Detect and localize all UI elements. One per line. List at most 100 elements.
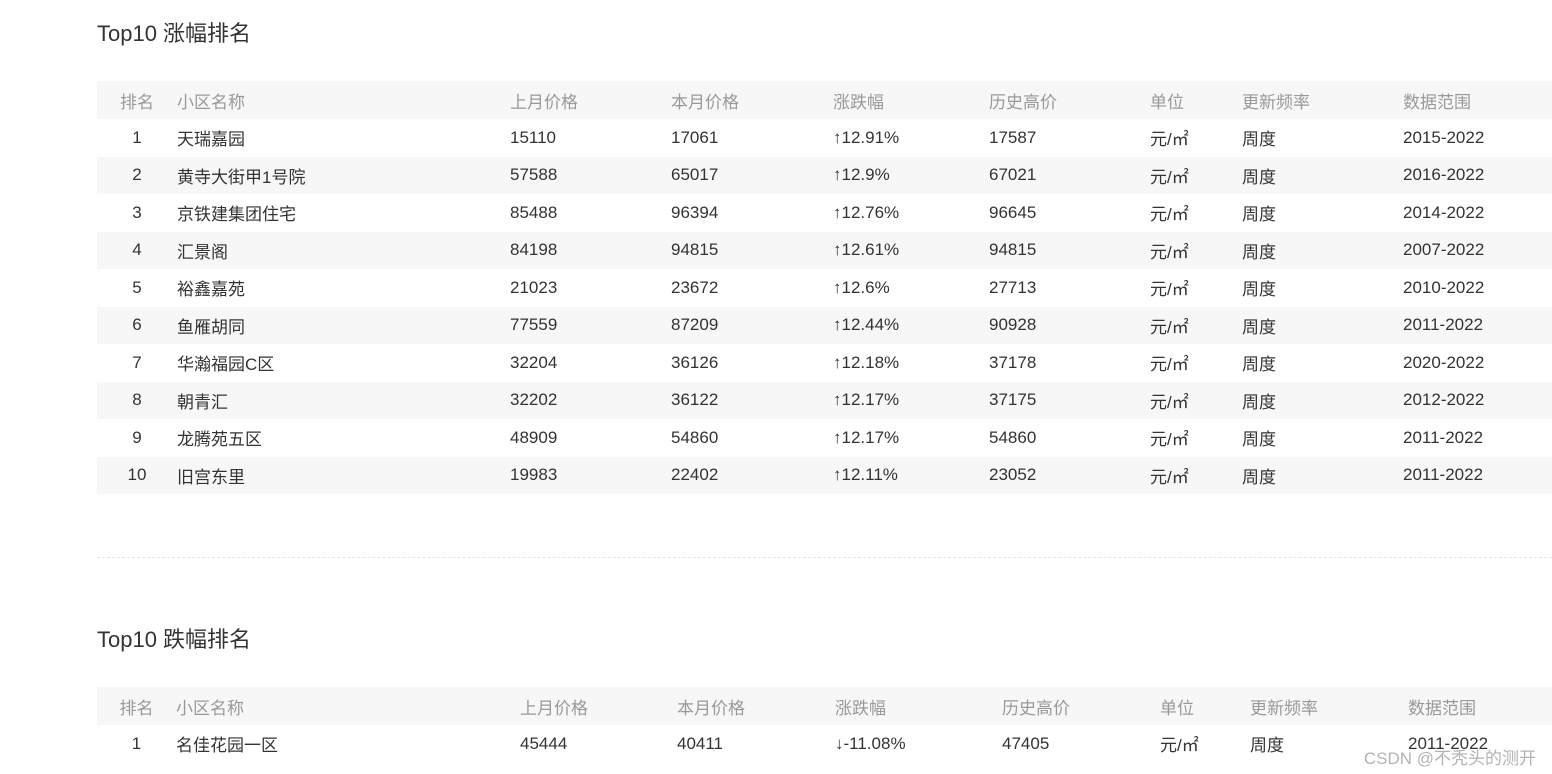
cell-historical-high: 37178: [989, 352, 1037, 372]
header-rank: 排名: [97, 81, 177, 119]
cell-unit: 元/㎡: [1150, 130, 1189, 150]
cell-unit: 元/㎡: [1150, 280, 1189, 300]
cell-last-month-price: 32202: [510, 381, 671, 419]
cell-data-range: 2011-2022: [1403, 306, 1552, 344]
cell-data-range: 2014-2022: [1403, 202, 1485, 222]
cell-community-name: 朝青汇: [177, 381, 510, 419]
header-community-name: 小区名称: [177, 81, 510, 119]
header-historical-high: 历史高价: [989, 81, 1150, 119]
cell-change: ↑12.18%: [833, 352, 900, 372]
cell-historical-high: 54860: [989, 427, 1037, 447]
header-community-name: 小区名称: [176, 687, 520, 725]
cell-change: ↑12.6%: [833, 277, 890, 297]
table-row: 3 京铁建集团住宅 85488 96394 ↑12.76% 96645 元/㎡ 周度 2014-…: [97, 194, 1552, 232]
cell-change: ↑12.11%: [833, 456, 989, 494]
cell-last-month-price: 77559: [510, 306, 671, 344]
cell-unit: 元/㎡: [1150, 306, 1242, 344]
header-unit: 单位: [1160, 687, 1250, 725]
header-change: 涨跌幅: [833, 81, 989, 119]
cell-unit: 元/㎡: [1150, 355, 1189, 375]
cell-data-range: 2020-2022: [1403, 352, 1485, 372]
csdn-watermark: CSDN @不秃头的测开: [1363, 749, 1536, 768]
table-row: 9 龙腾苑五区 48909 54860 ↑12.17% 54860 元/㎡ 周度 2011-20…: [97, 419, 1552, 457]
cell-data-range: 2015-2022: [1403, 127, 1485, 147]
cell-last-month-price: 32204: [510, 352, 558, 372]
cell-historical-high: 27713: [989, 277, 1037, 297]
cell-rank: 7: [132, 352, 142, 372]
cell-change: ↑12.61%: [833, 231, 989, 269]
cell-last-month-price: 15110: [510, 127, 557, 147]
cell-community-name: 汇景阁: [177, 231, 510, 269]
cell-update-frequency: 周度: [1242, 456, 1403, 494]
header-last-month-price: 上月价格: [510, 81, 671, 119]
header-unit: 单位: [1150, 81, 1242, 119]
cell-historical-high: 67021: [989, 156, 1150, 194]
cell-this-month-price: 40411: [677, 733, 724, 753]
cell-last-month-price: 48909: [510, 427, 558, 447]
header-change: 涨跌幅: [835, 687, 1002, 725]
table-row: 2 黄寺大街甲1号院 57588 65017 ↑12.9% 67021 元/㎡ 周度 2016-…: [97, 156, 1552, 194]
table-row: 7 华瀚福园C区 32204 36126 ↑12.18% 37178 元/㎡ 周度 2020-2…: [97, 344, 1552, 382]
cell-update-frequency: 周度: [1242, 205, 1276, 225]
section-divider: [97, 557, 1552, 558]
cell-rank: 9: [132, 427, 142, 447]
cell-update-frequency: 周度: [1242, 280, 1276, 300]
header-data-range: 数据范围: [1403, 81, 1552, 119]
cell-rank: 6: [97, 306, 177, 344]
cell-rank: 4: [97, 231, 177, 269]
cell-unit: 元/㎡: [1150, 205, 1189, 225]
cell-last-month-price: 19983: [510, 456, 671, 494]
cell-historical-high: 37175: [989, 381, 1150, 419]
cell-unit: 元/㎡: [1150, 231, 1242, 269]
cell-historical-high: 17587: [989, 127, 1037, 147]
cell-community-name: 天瑞嘉园: [177, 130, 245, 150]
table-header-row: 排名 小区名称 上月价格 本月价格 涨跌幅 历史高价 单位 更新频率 数据范围: [97, 687, 1552, 725]
cell-update-frequency: 周度: [1242, 355, 1276, 375]
table-row: 6 鱼雁胡同 77559 87209 ↑12.44% 90928 元/㎡ 周度 2011-202…: [97, 306, 1552, 344]
cell-unit: 元/㎡: [1150, 381, 1242, 419]
cell-unit: 元/㎡: [1150, 456, 1242, 494]
table-header-row: 排名 小区名称 上月价格 本月价格 涨跌幅 历史高价 单位 更新频率 数据范围: [97, 81, 1552, 119]
cell-this-month-price: 22402: [671, 456, 833, 494]
cell-community-name: 京铁建集团住宅: [177, 205, 296, 225]
cell-rank: 3: [132, 202, 142, 222]
header-last-month-price: 上月价格: [520, 687, 677, 725]
cell-community-name: 裕鑫嘉苑: [177, 280, 245, 300]
cell-community-name: 华瀚福园C区: [177, 355, 275, 375]
fall-ranking-table: 排名 小区名称 上月价格 本月价格 涨跌幅 历史高价 单位 更新频率 数据范围 …: [97, 687, 1552, 763]
cell-historical-high: 96645: [989, 202, 1037, 222]
cell-this-month-price: 87209: [671, 306, 833, 344]
cell-rank: 8: [97, 381, 177, 419]
table-row: 1 名佳花园一区 45444 40411 ↓-11.08% 47405 元/㎡ 周度 2011-…: [97, 725, 1552, 763]
cell-rank: 2: [97, 156, 177, 194]
cell-update-frequency: 周度: [1242, 130, 1276, 150]
fall-ranking-title: Top10 跌幅排名: [97, 627, 252, 652]
cell-update-frequency: 周度: [1242, 306, 1403, 344]
cell-data-range: 2011-2022: [1403, 427, 1484, 447]
cell-last-month-price: 57588: [510, 156, 671, 194]
cell-data-range: 2010-2022: [1403, 277, 1485, 297]
cell-rank: 1: [131, 733, 142, 753]
header-update-frequency: 更新频率: [1242, 81, 1403, 119]
cell-community-name: 黄寺大街甲1号院: [177, 156, 510, 194]
cell-update-frequency: 周度: [1242, 381, 1403, 419]
rise-ranking-title: Top10 涨幅排名: [97, 21, 252, 46]
cell-update-frequency: 周度: [1242, 231, 1403, 269]
cell-rank: 5: [132, 277, 142, 297]
cell-unit: 元/㎡: [1150, 430, 1189, 450]
cell-last-month-price: 45444: [520, 733, 568, 753]
header-data-range: 数据范围: [1408, 687, 1552, 725]
cell-historical-high: 90928: [989, 306, 1150, 344]
cell-data-range: 2016-2022: [1403, 156, 1552, 194]
cell-update-frequency: 周度: [1242, 156, 1403, 194]
cell-community-name: 龙腾苑五区: [177, 430, 262, 450]
cell-change: ↑12.17%: [833, 381, 989, 419]
cell-change: ↑12.9%: [833, 156, 989, 194]
cell-last-month-price: 21023: [510, 277, 558, 297]
table-row: 1 天瑞嘉园 15110 17061 ↑12.91% 17587 元/㎡ 周度 2015-202…: [97, 119, 1552, 157]
cell-community-name: 旧宫东里: [177, 456, 510, 494]
cell-rank: 10: [97, 456, 177, 494]
cell-historical-high: 94815: [989, 231, 1150, 269]
cell-data-range: 2012-2022: [1403, 381, 1552, 419]
cell-last-month-price: 85488: [510, 202, 558, 222]
